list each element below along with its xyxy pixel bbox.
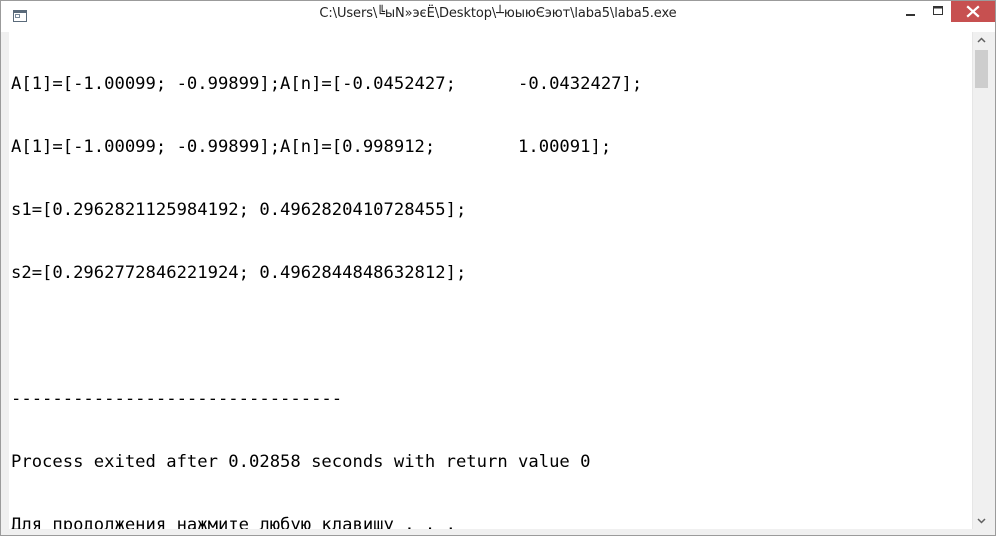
close-icon xyxy=(966,5,980,18)
scroll-up-button[interactable] xyxy=(973,32,990,49)
minimize-icon xyxy=(906,14,915,16)
console-line: A[1]=[-1.00099; -0.99899];A[n]=[-0.04524… xyxy=(11,74,643,94)
console-line: s2=[0.2962772846221924; 0.49628448486328… xyxy=(11,263,467,283)
window-title: C:\Users\╚ыN»эєЁ\Desktop\┴юыюЄэют\laba5\… xyxy=(319,6,677,21)
console-line: s1=[0.2962821125984192; 0.49628204107284… xyxy=(11,200,467,220)
console-window: C:\Users\╚ыN»эєЁ\Desktop\┴юыюЄэют\laba5\… xyxy=(0,0,996,536)
chevron-down-icon xyxy=(977,518,986,524)
maximize-button[interactable] xyxy=(925,1,951,22)
chevron-up-icon xyxy=(977,37,986,43)
console-output[interactable]: A[1]=[-1.00099; -0.99899];A[n]=[-0.04524… xyxy=(11,32,971,529)
scroll-thumb[interactable] xyxy=(975,50,988,88)
close-button[interactable] xyxy=(951,1,995,22)
console-line: Process exited after 0.02858 seconds wit… xyxy=(11,452,591,472)
title-bar[interactable]: C:\Users\╚ыN»эєЁ\Desktop\┴юыюЄэют\laba5\… xyxy=(1,1,995,32)
console-line: Для продолжения нажмите любую клавишу . … xyxy=(11,515,456,529)
console-line: -------------------------------- xyxy=(11,389,343,409)
console-line: A[1]=[-1.00099; -0.99899];A[n]=[0.998912… xyxy=(11,137,612,157)
maximize-icon xyxy=(933,6,943,15)
minimize-button[interactable] xyxy=(897,1,925,22)
scroll-down-button[interactable] xyxy=(973,512,990,529)
console-client-area[interactable]: A[1]=[-1.00099; -0.99899];A[n]=[-0.04524… xyxy=(9,32,989,529)
vertical-scrollbar[interactable] xyxy=(972,32,989,529)
